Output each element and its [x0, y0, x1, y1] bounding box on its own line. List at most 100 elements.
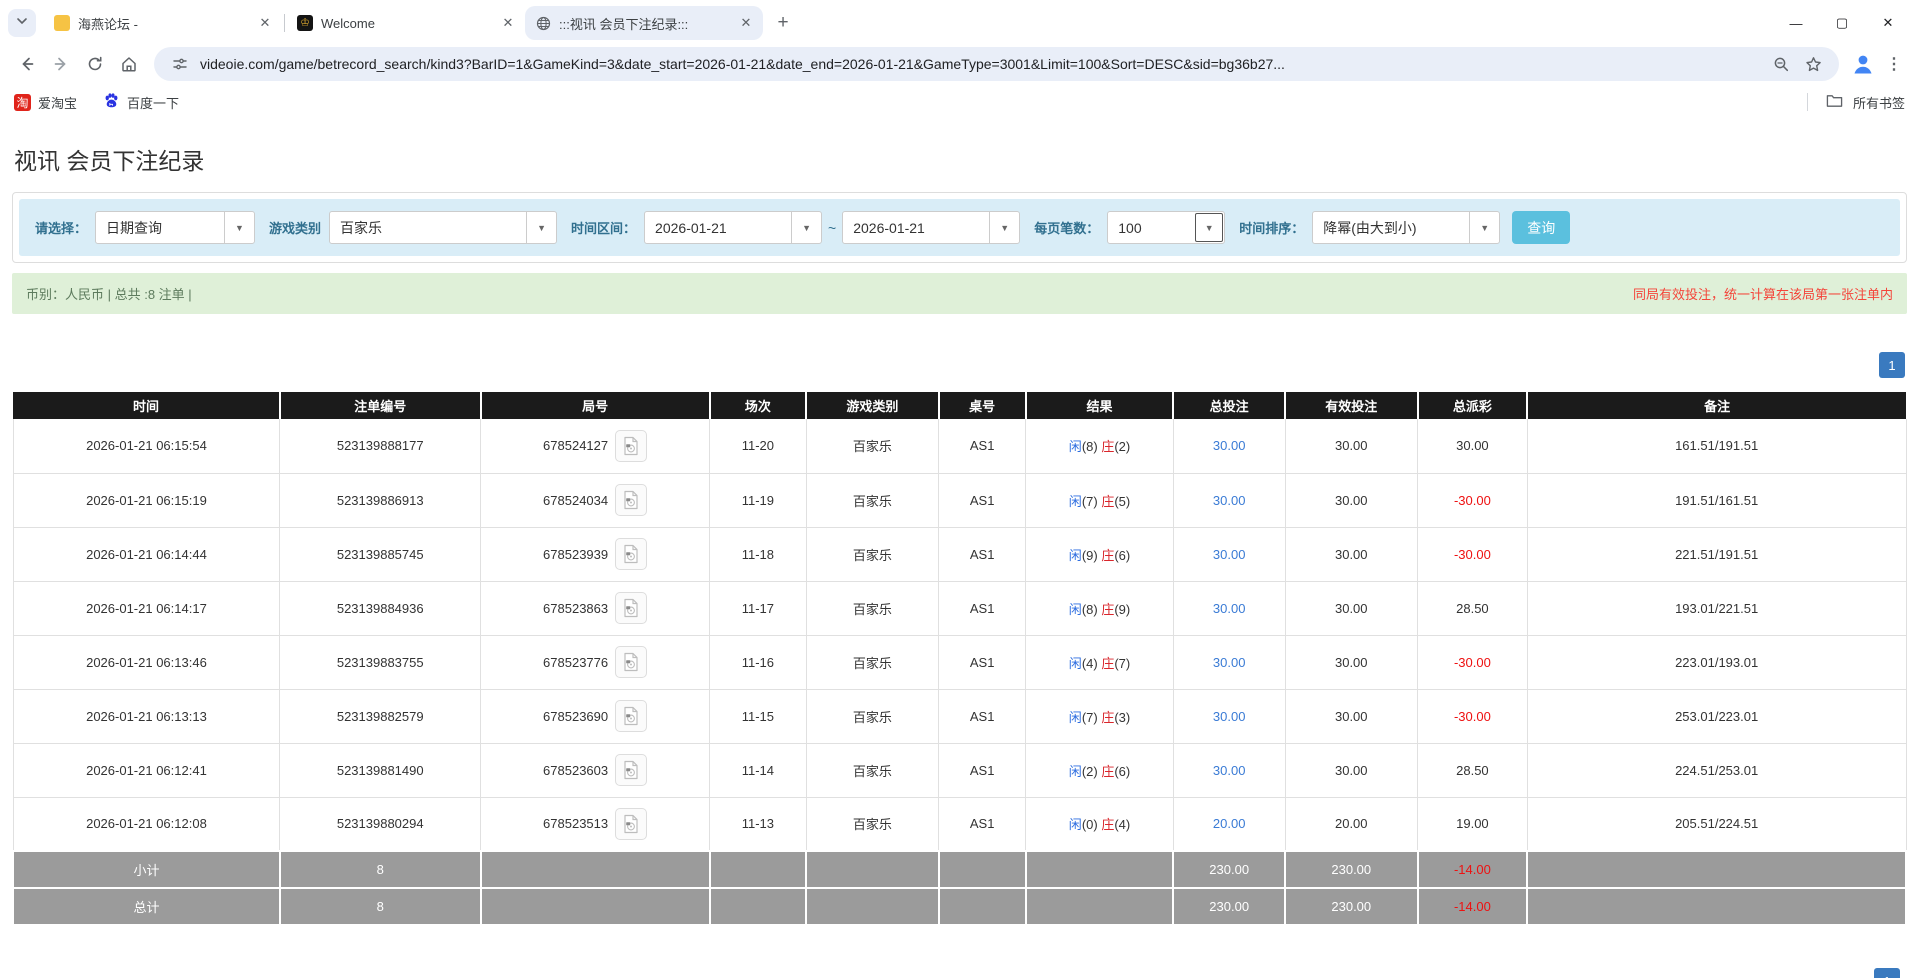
minimize-button[interactable]: —: [1773, 4, 1819, 42]
filter-bar: 请选择： 日期查询 ▼ 游戏类别 百家乐 ▼ 时间区间： 2026-01-21 …: [19, 199, 1900, 256]
summary-cell: [1527, 888, 1906, 925]
sort-value: 降幂(由大到小): [1313, 212, 1469, 243]
cell-time: 2026-01-21 06:12:08: [13, 797, 280, 851]
date-end-select[interactable]: 2026-01-21 ▼: [842, 211, 1020, 244]
profile-avatar[interactable]: [1847, 48, 1879, 80]
page-content: 视讯 会员下注纪录 请选择： 日期查询 ▼ 游戏类别 百家乐 ▼ 时间区间： 2…: [0, 142, 1919, 926]
table-row: 2026-01-21 06:14:17523139884936678523863…: [13, 581, 1906, 635]
total-bet-link[interactable]: 30.00: [1213, 655, 1246, 670]
cell-total-payout: 19.00: [1418, 797, 1528, 851]
close-icon[interactable]: ✕: [737, 14, 755, 32]
browser-menu-icon[interactable]: ⋮: [1879, 48, 1909, 80]
bookmark-baidu[interactable]: 百度一下: [103, 92, 179, 112]
total-bet-link[interactable]: 30.00: [1213, 547, 1246, 562]
cell-game-kind: 百家乐: [806, 527, 939, 581]
bookmark-aitaobao[interactable]: 淘 爱淘宝: [14, 93, 77, 112]
round-number: 678523939: [543, 547, 608, 562]
video-replay-icon[interactable]: [615, 538, 647, 570]
cell-round-number: 678523513: [481, 797, 710, 851]
total-bet-link[interactable]: 30.00: [1213, 763, 1246, 778]
cell-session: 11-14: [710, 743, 807, 797]
filter-panel: 请选择： 日期查询 ▼ 游戏类别 百家乐 ▼ 时间区间： 2026-01-21 …: [12, 192, 1907, 263]
search-button[interactable]: 查询: [1512, 211, 1570, 244]
tab-haiyan-forum[interactable]: 海燕论坛 - ✕: [44, 6, 282, 40]
cell-table-number: AS1: [939, 743, 1026, 797]
cell-bet-number: 523139882579: [280, 689, 481, 743]
cell-table-number: AS1: [939, 635, 1026, 689]
per-page-select[interactable]: 100 ▼: [1107, 211, 1225, 244]
cell-note: 224.51/253.01: [1527, 743, 1906, 797]
bookmark-star-icon[interactable]: [1801, 52, 1825, 76]
total-bet-link[interactable]: 30.00: [1213, 709, 1246, 724]
video-replay-icon[interactable]: [615, 484, 647, 516]
column-header: 总派彩: [1418, 392, 1528, 419]
cell-total-payout: -30.00: [1418, 473, 1528, 527]
tab-welcome[interactable]: ♔ Welcome ✕: [287, 6, 525, 40]
cell-result: 闲(0) 庄(4): [1026, 797, 1174, 851]
maximize-button[interactable]: ▢: [1819, 4, 1865, 42]
cell-result: 闲(4) 庄(7): [1026, 635, 1174, 689]
video-replay-icon[interactable]: [615, 700, 647, 732]
sort-select[interactable]: 降幂(由大到小) ▼: [1312, 211, 1500, 244]
cell-total-bet: 30.00: [1173, 419, 1285, 473]
cell-note: 253.01/223.01: [1527, 689, 1906, 743]
column-header: 场次: [710, 392, 807, 419]
forum-favicon-icon: [54, 15, 70, 31]
forward-button[interactable]: [44, 47, 78, 81]
page-1-button-bottom[interactable]: 1: [1874, 968, 1900, 978]
back-button[interactable]: [10, 47, 44, 81]
url-bar[interactable]: videoie.com/game/betrecord_search/kind3?…: [154, 47, 1839, 81]
video-replay-icon[interactable]: [615, 430, 647, 462]
cell-session: 11-20: [710, 419, 807, 473]
cell-result: 闲(9) 庄(6): [1026, 527, 1174, 581]
video-replay-icon[interactable]: [615, 592, 647, 624]
reload-button[interactable]: [78, 47, 112, 81]
total-bet-link[interactable]: 30.00: [1213, 493, 1246, 508]
tab-bet-records[interactable]: :::视讯 会员下注纪录::: ✕: [525, 6, 763, 40]
zoom-icon[interactable]: [1769, 52, 1793, 76]
cell-total-payout: 28.50: [1418, 581, 1528, 635]
cell-total-bet: 30.00: [1173, 473, 1285, 527]
date-start-select[interactable]: 2026-01-21 ▼: [644, 211, 822, 244]
cell-session: 11-16: [710, 635, 807, 689]
total-bet-link[interactable]: 20.00: [1213, 816, 1246, 831]
cell-note: 205.51/224.51: [1527, 797, 1906, 851]
all-bookmarks[interactable]: 所有书签: [1807, 93, 1905, 112]
close-icon[interactable]: ✕: [256, 14, 274, 32]
cell-total-bet: 30.00: [1173, 527, 1285, 581]
cell-note: 193.01/221.51: [1527, 581, 1906, 635]
query-type-select[interactable]: 日期查询 ▼: [95, 211, 255, 244]
summary-cell: [1026, 851, 1174, 888]
close-icon[interactable]: ✕: [499, 14, 517, 32]
video-replay-icon[interactable]: [615, 754, 647, 786]
site-info-icon[interactable]: [168, 52, 192, 76]
summary-cell: [939, 888, 1026, 925]
cell-session: 11-17: [710, 581, 807, 635]
banker-result: 庄: [1101, 602, 1114, 617]
new-tab-button[interactable]: +: [769, 9, 797, 37]
date-range-label: 时间区间：: [571, 218, 636, 237]
cell-total-bet: 30.00: [1173, 689, 1285, 743]
url-text[interactable]: videoie.com/game/betrecord_search/kind3?…: [200, 56, 1761, 72]
cell-session: 11-19: [710, 473, 807, 527]
chevron-down-icon: [16, 14, 28, 32]
video-replay-icon[interactable]: [615, 808, 647, 840]
all-bookmarks-label: 所有书签: [1853, 93, 1905, 112]
browser-toolbar: videoie.com/game/betrecord_search/kind3?…: [0, 42, 1919, 86]
total-bet-link[interactable]: 30.00: [1213, 601, 1246, 616]
banker-result: 庄: [1101, 494, 1114, 509]
page-1-button[interactable]: 1: [1879, 352, 1905, 378]
close-window-button[interactable]: ✕: [1865, 4, 1911, 42]
game-kind-select[interactable]: 百家乐 ▼: [329, 211, 557, 244]
cell-session: 11-18: [710, 527, 807, 581]
tab-title: :::视讯 会员下注纪录:::: [559, 14, 729, 33]
tab-search-button[interactable]: [8, 9, 36, 37]
tab-title: 海燕论坛 -: [78, 14, 248, 33]
home-button[interactable]: [112, 47, 146, 81]
globe-icon: [535, 15, 551, 31]
round-number: 678524127: [543, 438, 608, 453]
total-bet-link[interactable]: 30.00: [1213, 438, 1246, 453]
cell-time: 2026-01-21 06:14:44: [13, 527, 280, 581]
video-replay-icon[interactable]: [615, 646, 647, 678]
column-header: 游戏类别: [806, 392, 939, 419]
